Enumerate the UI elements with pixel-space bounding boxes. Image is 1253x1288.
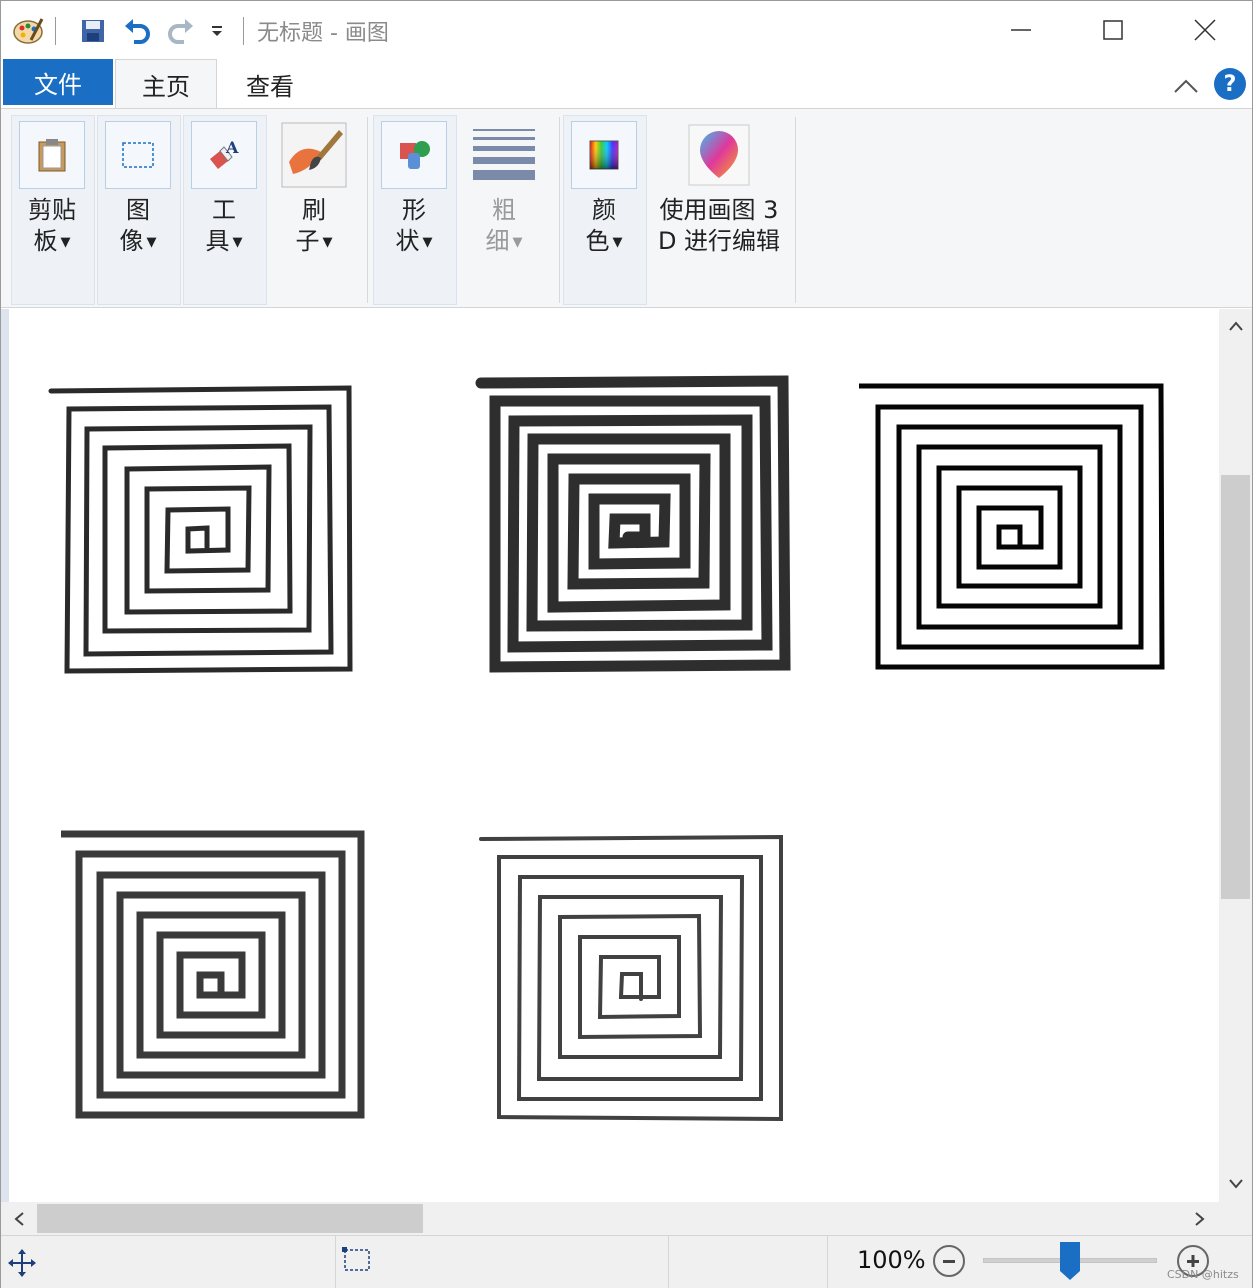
image-button[interactable]: 图像 ▼: [105, 121, 171, 258]
ribbon: 剪贴板 ▼ 图像 ▼ A 工具 ▼ 刷 子 ▼ 形 状 ▼ 粗 细 ▼ 颜 色 …: [1, 108, 1252, 308]
tools-label-line2: 具: [205, 227, 230, 255]
clipboard-label-line1: 剪贴: [28, 196, 76, 224]
maximize-icon: [1103, 20, 1123, 40]
paint3d-label-line1: 使用画图 3: [659, 196, 779, 224]
status-divider: [827, 1236, 828, 1288]
svg-text:A: A: [225, 138, 239, 157]
ribbon-separator: [559, 117, 560, 303]
move-cursor-icon: [7, 1248, 37, 1282]
image-label-line2: 像: [119, 227, 144, 255]
save-icon[interactable]: [75, 11, 111, 51]
status-divider: [668, 1236, 669, 1288]
plus-icon: [1187, 1255, 1199, 1267]
horizontal-scrollbar[interactable]: [1, 1202, 1219, 1235]
undo-icon[interactable]: [119, 11, 155, 51]
spiral-drawing-1: [48, 385, 353, 674]
spiral-drawing-3: [859, 383, 1165, 670]
colors-label-line1: 颜: [592, 196, 616, 224]
select-rectangle-icon: [105, 121, 171, 189]
line-size-icon: [471, 121, 537, 189]
drawing-canvas[interactable]: [9, 309, 1219, 1202]
colors-button[interactable]: 颜色 ▼: [571, 121, 637, 258]
redo-icon[interactable]: [163, 11, 199, 51]
scrollbar-corner: [1219, 1202, 1252, 1235]
vertical-scrollbar[interactable]: [1219, 309, 1252, 1202]
paint-palette-icon[interactable]: [9, 11, 47, 51]
tab-file[interactable]: 文件: [3, 59, 113, 105]
image-label-line1: 图: [126, 196, 150, 224]
tools-button[interactable]: A 工具 ▼: [191, 121, 257, 258]
spiral-drawings: [48, 375, 1165, 1122]
chevron-up-icon[interactable]: [1169, 69, 1203, 103]
dropdown-arrow-icon[interactable]: [205, 11, 229, 51]
horizontal-scroll-thumb[interactable]: [37, 1204, 423, 1233]
maximize-button[interactable]: [1067, 1, 1159, 59]
brush-label-line2: 子: [295, 227, 320, 255]
clipboard-button[interactable]: 剪贴板 ▼: [19, 121, 85, 258]
selection-size-icon: [341, 1246, 373, 1280]
quick-access-separator: [55, 17, 56, 45]
spiral-drawing-4: [61, 830, 365, 1119]
minus-icon: [943, 1260, 955, 1263]
paint3d-label-line2: D 进行编辑: [657, 227, 781, 255]
watermark: CSDN @hitzs: [1167, 1268, 1239, 1281]
brush-label-line1: 刷: [302, 196, 326, 224]
canvas-workspace: [1, 309, 1219, 1202]
tab-view[interactable]: 查看: [223, 59, 317, 109]
window-title: 无标题 - 画图: [257, 21, 389, 46]
help-button[interactable]: ?: [1214, 68, 1246, 100]
close-icon: [1194, 19, 1216, 41]
shapes-icon: [381, 121, 447, 189]
brush-button[interactable]: 刷子 ▼: [281, 121, 347, 258]
status-divider: [335, 1236, 336, 1288]
scroll-down-icon[interactable]: [1221, 1169, 1251, 1199]
brush-icon: [281, 121, 347, 189]
shapes-label-line1: 形: [402, 196, 426, 224]
size-label-line2: 细: [485, 227, 510, 255]
paint3d-button[interactable]: 使用画图 3 D 进行编辑: [657, 121, 781, 257]
ribbon-separator: [367, 117, 368, 303]
minimize-icon: [1011, 29, 1031, 31]
ribbon-separator: [795, 117, 796, 303]
clipboard-label-line2: 板: [33, 227, 58, 255]
tools-label-line1: 工: [212, 196, 236, 224]
scroll-left-icon[interactable]: [4, 1204, 34, 1234]
clipboard-icon: [19, 121, 85, 189]
zoom-level: 100%: [857, 1246, 926, 1274]
colors-label-line2: 色: [585, 227, 610, 255]
size-label-line1: 粗: [492, 196, 516, 224]
vertical-scroll-thumb[interactable]: [1221, 475, 1250, 899]
tools-icon: A: [191, 121, 257, 189]
scroll-up-icon[interactable]: [1221, 311, 1251, 341]
scroll-right-icon[interactable]: [1185, 1204, 1215, 1234]
spiral-drawing-2: [475, 375, 791, 673]
zoom-slider-thumb[interactable]: [1059, 1241, 1081, 1281]
shapes-label-line2: 状: [395, 227, 420, 255]
paint-window: 无标题 - 画图 文件 主页 查看 ? 剪贴 板 ▼ 图 像 ▼ A 工 具 ▼…: [0, 0, 1253, 1288]
spiral-drawing-5: [479, 834, 783, 1122]
status-bar: 100% CSDN @hitzs: [1, 1235, 1252, 1288]
close-button[interactable]: [1159, 1, 1251, 59]
minimize-button[interactable]: [975, 1, 1067, 59]
ribbon-tabs: 文件 主页 查看 ?: [1, 59, 1252, 109]
title-bar: 无标题 - 画图: [1, 1, 1252, 59]
title-separator: [243, 17, 244, 45]
shapes-button[interactable]: 形状 ▼: [381, 121, 447, 258]
zoom-out-button[interactable]: [933, 1245, 965, 1277]
color-palette-icon: [571, 121, 637, 189]
tab-home[interactable]: 主页: [115, 59, 217, 109]
line-size-button[interactable]: 粗细 ▼: [471, 121, 537, 258]
paint3d-icon: [686, 121, 752, 189]
